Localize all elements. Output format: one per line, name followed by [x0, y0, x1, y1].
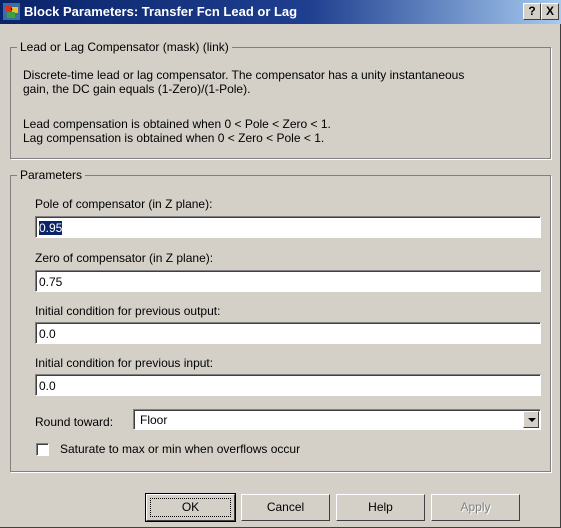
initial-input-label: Initial condition for previous input: — [35, 356, 214, 370]
title-close-button[interactable]: X — [541, 3, 559, 20]
saturate-checkbox[interactable] — [36, 443, 49, 456]
title-bar[interactable]: Block Parameters: Transfer Fcn Lead or L… — [0, 0, 561, 24]
apply-button[interactable]: Apply — [431, 494, 520, 521]
ok-button[interactable]: OK — [145, 493, 236, 522]
simulink-block-icon — [3, 3, 20, 20]
pole-input[interactable]: 0.95 — [35, 216, 541, 238]
description-line: Discrete-time lead or lag compensator. T… — [23, 68, 465, 82]
initial-output-value: 0.0 — [39, 327, 56, 341]
pole-label: Pole of compensator (in Z plane): — [35, 197, 213, 211]
parameters-legend: Parameters — [17, 168, 86, 182]
window-title: Block Parameters: Transfer Fcn Lead or L… — [24, 4, 298, 19]
title-help-button[interactable]: ? — [523, 3, 541, 20]
description-line: Lag compensation is obtained when 0 < Ze… — [23, 131, 325, 145]
initial-input-input[interactable]: 0.0 — [35, 374, 541, 396]
chevron-down-icon[interactable] — [523, 411, 539, 428]
initial-output-input[interactable]: 0.0 — [35, 322, 541, 344]
ok-button-label: OK — [150, 498, 231, 517]
zero-value: 0.75 — [39, 275, 63, 289]
round-toward-select[interactable]: Floor — [133, 409, 541, 430]
zero-label: Zero of compensator (in Z plane): — [35, 251, 214, 265]
cancel-button[interactable]: Cancel — [241, 494, 330, 521]
help-button[interactable]: Help — [336, 494, 425, 521]
round-toward-label: Round toward: — [35, 415, 114, 429]
saturate-label[interactable]: Saturate to max or min when overflows oc… — [60, 442, 300, 456]
dialog-window: Block Parameters: Transfer Fcn Lead or L… — [0, 0, 561, 528]
description-line: Lead compensation is obtained when 0 < P… — [23, 117, 331, 131]
round-toward-value: Floor — [140, 413, 168, 427]
initial-input-value: 0.0 — [39, 379, 56, 393]
description-legend: Lead or Lag Compensator (mask) (link) — [17, 40, 232, 54]
description-line: gain, the DC gain equals (1-Zero)/(1-Pol… — [23, 82, 251, 96]
zero-input[interactable]: 0.75 — [35, 270, 541, 292]
initial-output-label: Initial condition for previous output: — [35, 304, 221, 318]
pole-value: 0.95 — [39, 221, 63, 235]
